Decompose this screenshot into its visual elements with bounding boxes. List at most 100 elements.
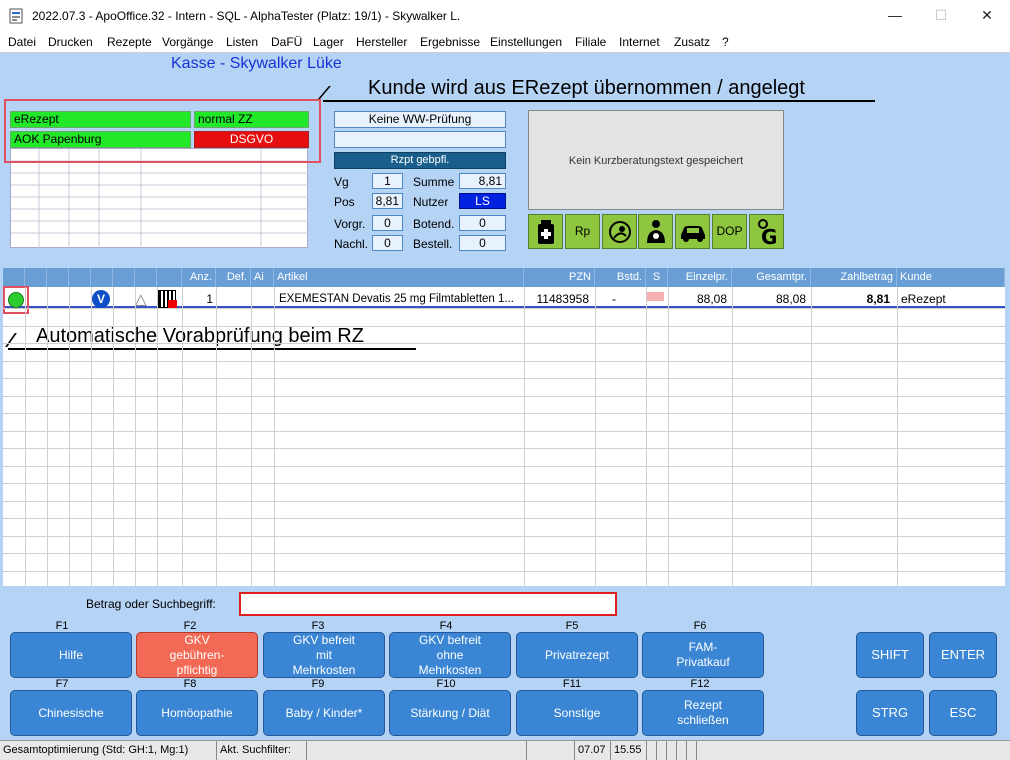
f5-privatrezept-button[interactable]: Privatrezept (516, 632, 638, 678)
cell-artikel[interactable]: EXEMESTAN Devatis 25 mg Filmtabletten 1.… (276, 289, 524, 309)
col-s[interactable]: S (646, 268, 668, 287)
grid-hline (3, 326, 1005, 327)
status-seg-5 (687, 741, 697, 760)
menu-hersteller[interactable]: Hersteller (356, 35, 407, 49)
col-einzelpr[interactable]: Einzelpr. (668, 268, 732, 287)
bestell-value: 0 (459, 235, 506, 251)
customer-grid-lines (11, 149, 309, 249)
menu-help[interactable]: ? (722, 35, 729, 49)
col-def[interactable]: Def. (216, 268, 251, 287)
f6-fam-privatkauf-button[interactable]: FAM-Privatkauf (642, 632, 764, 678)
v-badge-icon[interactable]: V (92, 290, 110, 308)
close-button[interactable]: ✕ (964, 0, 1010, 31)
maximize-button[interactable]: ☐ (918, 0, 964, 31)
grid-vline (668, 287, 669, 586)
col-ai[interactable]: Ai (251, 268, 274, 287)
f3-gkv-befreit-mit-button[interactable]: GKV befreit mit Mehrkosten (263, 632, 385, 678)
menu-rezepte[interactable]: Rezepte (107, 35, 152, 49)
col-blank-2[interactable] (47, 268, 69, 287)
enter-button[interactable]: ENTER (929, 632, 997, 678)
grid-vline (811, 287, 812, 586)
title-bar: 2022.07.3 - ApoOffice.32 - Intern - SQL … (0, 0, 1010, 31)
minimize-button[interactable]: — (872, 0, 918, 31)
annotation-customer: Kunde wird aus ERezept übernommen / ange… (368, 77, 805, 99)
grid-vline (47, 287, 48, 586)
f2-gkv-gebuehrenpflichtig-button[interactable]: GKV gebühren-pflichtig (136, 632, 258, 678)
esc-button[interactable]: ESC (929, 690, 997, 736)
baby-icon-button[interactable] (602, 214, 637, 249)
cell-pzn: 11483958 (536, 292, 590, 306)
menu-datei[interactable]: Datei (8, 35, 36, 49)
fkey-label-f2: F2 (183, 620, 197, 632)
g-icon: G (757, 219, 777, 249)
grid-hline (3, 571, 1005, 572)
customer-highlight-frame (4, 99, 321, 163)
grid-vline (897, 287, 898, 586)
col-anz[interactable]: Anz. (182, 268, 216, 287)
f12-rezept-schliessen-button[interactable]: Rezept schließen (642, 690, 764, 736)
status-seg-1 (647, 741, 657, 760)
dop-button[interactable]: DOP (712, 214, 747, 249)
status-bar: Gesamtoptimierung (Std: GH:1, Mg:1) Akt.… (0, 740, 1010, 760)
menu-dafue[interactable]: DaFÜ (271, 35, 302, 49)
col-blank-7[interactable] (157, 268, 182, 287)
f7-chinesische-button[interactable]: Chinesische (10, 690, 132, 736)
grid-vline (524, 287, 525, 586)
col-blank-3[interactable] (69, 268, 91, 287)
warning-triangle-icon[interactable]: △ (135, 290, 147, 308)
col-zahlbetrag[interactable]: Zahlbetrag (811, 268, 897, 287)
f10-staerkung-diaet-button[interactable]: Stärkung / Diät (389, 690, 511, 736)
menu-ergebnisse[interactable]: Ergebnisse (420, 35, 480, 49)
nachl-label: Nachl. (334, 237, 369, 251)
f1-hilfe-button[interactable]: Hilfe (10, 632, 132, 678)
f4-gkv-befreit-ohne-button[interactable]: GKV befreit ohne Mehrkosten (389, 632, 511, 678)
medication-icon-button[interactable] (528, 214, 563, 249)
strg-button[interactable]: STRG (856, 690, 924, 736)
col-blank-5[interactable] (113, 268, 135, 287)
grid-hline (3, 448, 1005, 449)
col-blank-4[interactable] (91, 268, 113, 287)
menu-drucken[interactable]: Drucken (48, 35, 93, 49)
g-icon-button[interactable]: G (749, 214, 784, 249)
status-empty-1 (527, 741, 575, 760)
grid-vline (182, 287, 183, 586)
fkey-label-f6: F6 (693, 620, 707, 632)
menu-zusatz[interactable]: Zusatz (674, 35, 710, 49)
col-blank-6[interactable] (135, 268, 157, 287)
col-status[interactable] (3, 268, 25, 287)
rx-status-box: Rzpt gebpfl. (334, 152, 506, 169)
f8-homoeopathie-button[interactable]: Homöopathie (136, 690, 258, 736)
grid-hline (3, 413, 1005, 414)
grid-hline (3, 553, 1005, 554)
menu-vorgaenge[interactable]: Vorgänge (162, 35, 213, 49)
grid-hline (3, 361, 1005, 362)
col-artikel[interactable]: Artikel (274, 268, 524, 287)
col-kunde[interactable]: Kunde (897, 268, 1005, 287)
menu-listen[interactable]: Listen (226, 35, 258, 49)
search-input[interactable] (239, 592, 617, 616)
vorgr-label: Vorgr. (334, 217, 366, 231)
col-gesamtpr[interactable]: Gesamtpr. (732, 268, 811, 287)
grid-hline (3, 396, 1005, 397)
col-bstd[interactable]: Bstd. (595, 268, 646, 287)
car-icon-button[interactable] (675, 214, 710, 249)
status-date: 07.07 (575, 741, 611, 760)
car-icon (680, 226, 705, 242)
nutzer-value[interactable]: LS (459, 193, 506, 209)
bestell-label: Bestell. (413, 237, 453, 251)
grid-vline (274, 287, 275, 586)
f9-baby-kinder-button[interactable]: Baby / Kinder* (263, 690, 385, 736)
col-pzn[interactable]: PZN (524, 268, 595, 287)
menu-einstellungen[interactable]: Einstellungen (490, 35, 562, 49)
erezept-code-marker (168, 300, 177, 308)
menu-filiale[interactable]: Filiale (575, 35, 606, 49)
shift-button[interactable]: SHIFT (856, 632, 924, 678)
f11-sonstige-button[interactable]: Sonstige (516, 690, 638, 736)
col-blank-1[interactable] (25, 268, 47, 287)
menu-internet[interactable]: Internet (619, 35, 660, 49)
rp-button[interactable]: Rp (565, 214, 600, 249)
menu-lager[interactable]: Lager (313, 35, 344, 49)
status-seg-2 (657, 741, 667, 760)
family-icon-button[interactable] (638, 214, 673, 249)
cell-bstd: - (612, 292, 616, 306)
